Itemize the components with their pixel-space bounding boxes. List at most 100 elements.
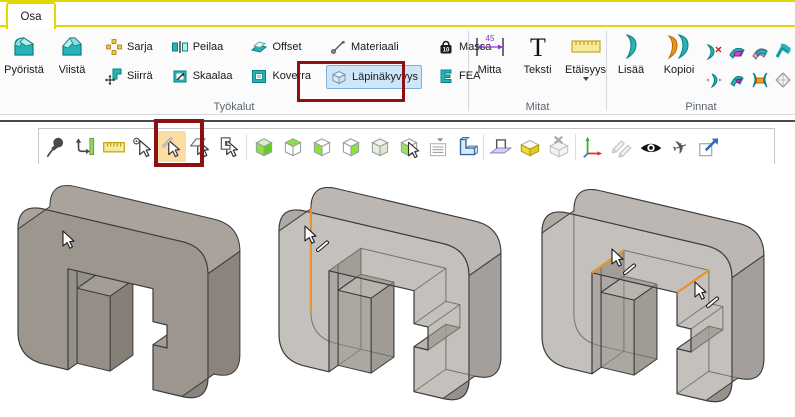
tab-osa[interactable]: Osa (6, 2, 56, 29)
ribbon-group-tyokalut: Pyöristä Viistä (0, 27, 468, 114)
distance-ruler-icon (569, 32, 603, 62)
teksti-button[interactable]: T Teksti (514, 27, 562, 76)
etaisyys-label: Etäisyys (565, 64, 606, 76)
patch-surface-icon[interactable] (749, 39, 771, 65)
loft-surface-icon[interactable] (749, 67, 771, 93)
ribbon: Pyöristä Viistä (0, 27, 795, 115)
lapinakyvyys-label: Läpinäkyvyys (352, 71, 418, 83)
shade-side-face-icon[interactable] (307, 131, 336, 162)
koverra-button[interactable]: Koverra (247, 65, 314, 87)
visibility-eye-icon[interactable] (636, 131, 665, 162)
selection-list-icon[interactable] (423, 131, 452, 162)
select-face-icon[interactable] (186, 131, 215, 162)
pin-icon[interactable] (41, 131, 70, 162)
lisaa-label: Lisää (618, 64, 644, 76)
export-view-icon[interactable] (694, 131, 723, 162)
ruler-icon[interactable] (99, 131, 128, 162)
shell-icon (250, 67, 268, 85)
etaisyys-dropdown-caret[interactable] (583, 77, 589, 81)
lisaa-button[interactable]: Lisää (607, 27, 655, 76)
copy-surface-icon (662, 32, 696, 62)
viista-label: Viistä (59, 64, 86, 76)
ribbon-group-mitat: 45 Mitta T Teksti (469, 27, 606, 114)
dimension-value: 45 (485, 34, 494, 43)
move-surface-icon[interactable] (703, 67, 725, 93)
mitta-button[interactable]: 45 Mitta (466, 27, 514, 76)
column-offset-koverra: Offset Koverra (241, 27, 320, 87)
etaisyys-button[interactable]: Etäisyys (562, 27, 610, 81)
kopioi-label: Kopioi (664, 64, 695, 76)
shade-all-icon[interactable] (365, 131, 394, 162)
blend-surface-icon[interactable] (726, 39, 748, 65)
select-feature-icon[interactable] (215, 131, 244, 162)
surface-icon-grid (703, 27, 794, 93)
model-view-transparent-2[interactable] (527, 164, 795, 417)
group-label-mitat: Mitat (469, 101, 606, 113)
select-edge-icon[interactable] (157, 131, 186, 162)
sketch-plane-icon[interactable] (486, 131, 515, 162)
model-view-opaque[interactable] (0, 164, 265, 417)
svg-text:✈: ✈ (669, 135, 690, 159)
column-peilaa-skaalaa: Peilaa Skaalaa (162, 27, 242, 87)
siirra-button[interactable]: Siirrä (102, 65, 156, 87)
shade-right-face-icon[interactable] (336, 131, 365, 162)
model-viewport[interactable] (0, 164, 795, 417)
text-letter: T (530, 33, 546, 62)
section-box-icon[interactable] (515, 131, 544, 162)
mass-icon: 10 (437, 38, 455, 56)
fly-through-icon[interactable]: ✈ (665, 131, 694, 162)
chamfer-icon (57, 32, 87, 62)
mitta-label: Mitta (478, 64, 502, 76)
model-view-transparent-1[interactable] (262, 164, 527, 417)
kopioi-button[interactable]: Kopioi (655, 27, 703, 76)
extend-surface-icon[interactable] (772, 39, 794, 65)
peilaa-label: Peilaa (193, 41, 224, 53)
select-point-icon[interactable] (128, 131, 157, 162)
measure-pair-icon[interactable] (607, 131, 636, 162)
peilaa-button[interactable]: Peilaa (168, 36, 236, 58)
column-materiaali-lapinakyvyys: Materiaali Läpinäkyvyys (320, 27, 428, 89)
offset-button[interactable]: Offset (247, 36, 314, 58)
app-window: Osa Pyöristä Viistä (0, 0, 795, 417)
tab-osa-label: Osa (20, 11, 41, 23)
siirra-label: Siirrä (127, 70, 153, 82)
pyorista-button[interactable]: Pyöristä (0, 27, 48, 76)
coordinate-axes-icon[interactable] (578, 131, 607, 162)
trim-surface-icon[interactable] (726, 67, 748, 93)
ribbon-bottom-separator (0, 120, 795, 122)
transparency-icon (330, 68, 348, 86)
lapinakyvyys-button[interactable]: Läpinäkyvyys (326, 65, 422, 89)
facet-surface-icon[interactable] (772, 67, 794, 93)
toolbar-separator (483, 134, 484, 160)
mass-value: 10 (443, 48, 450, 54)
window-top-border (0, 0, 795, 2)
group-label-tyokalut: Työkalut (0, 101, 468, 113)
delete-surface-icon[interactable] (703, 39, 725, 65)
shade-top-face-icon[interactable] (278, 131, 307, 162)
dimension-icon: 45 (472, 32, 508, 62)
add-surface-icon (619, 32, 643, 62)
shade-solid-icon[interactable] (249, 131, 278, 162)
offset-label: Offset (272, 41, 301, 53)
koverra-label: Koverra (272, 70, 311, 82)
scale-icon (171, 67, 189, 85)
measure-snap-icon[interactable] (70, 131, 99, 162)
toolbar-separator (575, 134, 576, 160)
material-icon (329, 38, 347, 56)
select-solid-icon[interactable] (394, 131, 423, 162)
viista-button[interactable]: Viistä (48, 27, 96, 76)
materiaali-label: Materiaali (351, 41, 399, 53)
fea-icon (437, 67, 455, 85)
skaalaa-button[interactable]: Skaalaa (168, 65, 236, 87)
toolbar-separator (246, 134, 247, 160)
sarja-button[interactable]: Sarja (102, 36, 156, 58)
ribbon-group-pinnat: Lisää Kopioi (607, 27, 795, 114)
pyorista-label: Pyöristä (4, 64, 44, 76)
skaalaa-label: Skaalaa (193, 70, 233, 82)
materiaali-button[interactable]: Materiaali (326, 36, 422, 58)
remove-section-icon[interactable] (544, 131, 573, 162)
move-icon (105, 67, 123, 85)
profile-icon[interactable] (452, 131, 481, 162)
fillet-icon (9, 32, 39, 62)
teksti-label: Teksti (523, 64, 551, 76)
